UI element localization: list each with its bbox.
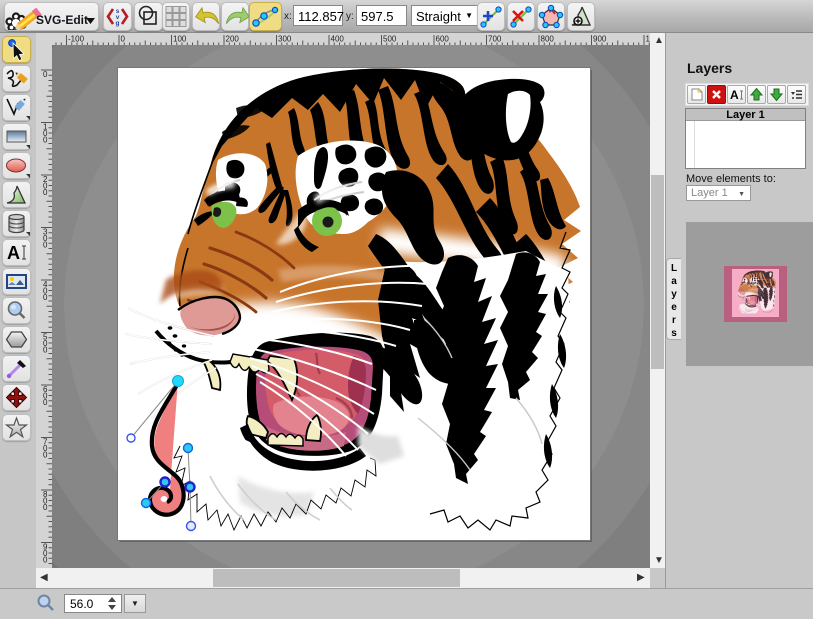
svg-text:0: 0 (43, 188, 48, 197)
svg-text:800: 800 (541, 35, 555, 44)
svg-text:A: A (7, 243, 20, 263)
svg-text:g: g (116, 20, 120, 27)
svg-text:0: 0 (43, 503, 48, 512)
svg-text:0: 0 (43, 345, 48, 354)
svg-text:0: 0 (43, 398, 48, 407)
svg-text:500: 500 (383, 35, 397, 44)
svg-text:0: 0 (43, 240, 48, 249)
svg-text:SVG-Edit: SVG-Edit (36, 13, 88, 27)
svg-text:600: 600 (436, 35, 450, 44)
svg-text:400: 400 (331, 35, 345, 44)
svg-text:0: 0 (43, 293, 48, 302)
svg-text:0: 0 (121, 35, 126, 44)
svg-text:300: 300 (278, 35, 292, 44)
svg-text:900: 900 (593, 35, 607, 44)
svg-text:100: 100 (173, 35, 187, 44)
svg-text:0: 0 (43, 70, 48, 79)
svg-text:0: 0 (43, 450, 48, 459)
svg-text:-100: -100 (68, 35, 85, 44)
svg-text:0: 0 (43, 555, 48, 564)
svg-text:A: A (730, 88, 739, 102)
svg-text:700: 700 (488, 35, 502, 44)
svg-text:0: 0 (43, 135, 48, 144)
svg-text:200: 200 (226, 35, 240, 44)
